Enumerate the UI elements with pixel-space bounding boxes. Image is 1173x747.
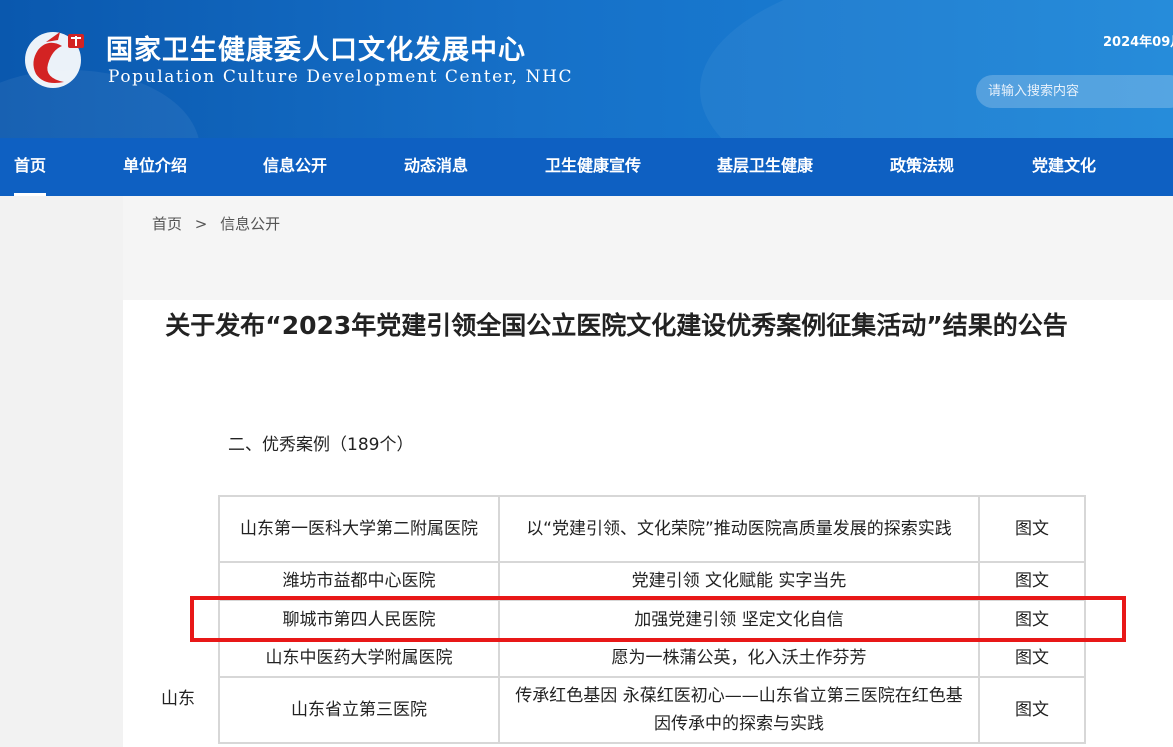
- nav-item-about[interactable]: 单位介绍: [123, 138, 187, 196]
- nav-item-party-culture[interactable]: 党建文化: [1032, 138, 1096, 196]
- breadcrumb-separator: >: [194, 215, 208, 233]
- case-title-cell: 传承红色基因 永葆红医初心——山东省立第三医院在红色基因传承中的探索与实践: [498, 676, 980, 744]
- header-date: 2024年09月: [1103, 35, 1173, 50]
- media-type-link[interactable]: 图文: [978, 638, 1086, 678]
- site-title: 国家卫生健康委人口文化发展中心: [106, 35, 526, 66]
- nav-item-policy[interactable]: 政策法规: [890, 138, 954, 196]
- hospital-cell: 山东第一医科大学第二附属医院: [218, 495, 500, 563]
- case-title-cell: 以“党建引领、文化荣院”推动医院高质量发展的探索实践: [498, 495, 980, 563]
- table-row: 山东中医药大学附属医院 愿为一株蒲公英，化入沃土作芬芳 图文: [218, 638, 1086, 678]
- breadcrumb-band: [123, 196, 1173, 300]
- breadcrumb-home[interactable]: 首页: [152, 215, 182, 233]
- breadcrumb-current[interactable]: 信息公开: [220, 215, 280, 233]
- table-row: 山东第一医科大学第二附属医院 以“党建引领、文化荣院”推动医院高质量发展的探索实…: [218, 495, 1086, 563]
- main-nav: 首页 单位介绍 信息公开 动态消息 卫生健康宣传 基层卫生健康 政策法规 党建文…: [0, 138, 1173, 196]
- article-title: 关于发布“2023年党建引领全国公立医院文化建设优秀案例征集活动”结果的公告: [165, 311, 1068, 340]
- media-type-link[interactable]: 图文: [978, 561, 1086, 601]
- search-input[interactable]: [986, 83, 1170, 100]
- case-title-cell: 党建引领 文化赋能 实字当先: [498, 561, 980, 601]
- site-header: 国家卫生健康委人口文化发展中心 Population Culture Devel…: [0, 0, 1173, 138]
- section-heading: 二、优秀案例（189个）: [228, 435, 414, 455]
- site-subtitle: Population Culture Development Center, N…: [108, 67, 574, 87]
- hospital-cell: 聊城市第四人民医院: [218, 599, 500, 640]
- nav-item-home[interactable]: 首页: [14, 138, 47, 196]
- province-label: 山东: [161, 689, 195, 709]
- nav-item-info-disclosure[interactable]: 信息公开: [263, 138, 327, 196]
- hospital-cell: 山东省立第三医院: [218, 676, 500, 744]
- media-type-link[interactable]: 图文: [978, 495, 1086, 563]
- media-type-link[interactable]: 图文: [978, 599, 1086, 640]
- table-row: 山东省立第三医院 传承红色基因 永葆红医初心——山东省立第三医院在红色基因传承中…: [218, 676, 1086, 744]
- breadcrumb: 首页 > 信息公开: [152, 213, 288, 234]
- table-row: 聊城市第四人民医院 加强党建引领 坚定文化自信 图文: [218, 599, 1086, 640]
- hospital-cell: 潍坊市益都中心医院: [218, 561, 500, 601]
- site-logo-icon[interactable]: [18, 20, 92, 94]
- table-row: 潍坊市益都中心医院 党建引领 文化赋能 实字当先 图文: [218, 561, 1086, 601]
- case-title-cell: 加强党建引领 坚定文化自信: [498, 599, 980, 640]
- cases-table: 山东第一医科大学第二附属医院 以“党建引领、文化荣院”推动医院高质量发展的探索实…: [218, 495, 1086, 744]
- hospital-cell: 山东中医药大学附属医院: [218, 638, 500, 678]
- media-type-link[interactable]: 图文: [978, 676, 1086, 744]
- nav-item-news[interactable]: 动态消息: [404, 138, 468, 196]
- case-title-cell: 愿为一株蒲公英，化入沃土作芬芳: [498, 638, 980, 678]
- left-margin: [0, 196, 123, 747]
- nav-item-primary-health[interactable]: 基层卫生健康: [717, 138, 813, 196]
- nav-item-health-promotion[interactable]: 卫生健康宣传: [545, 138, 641, 196]
- header-decoration: [700, 0, 1173, 138]
- search-box[interactable]: [976, 75, 1173, 108]
